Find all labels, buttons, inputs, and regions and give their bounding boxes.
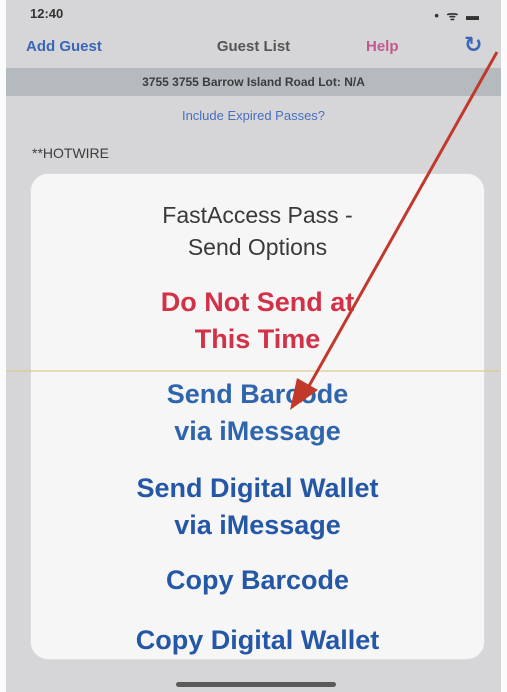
annotation-arrow [290, 51, 499, 410]
annotation-arrow-head [290, 378, 318, 410]
annotation-arrow-line [298, 51, 499, 403]
